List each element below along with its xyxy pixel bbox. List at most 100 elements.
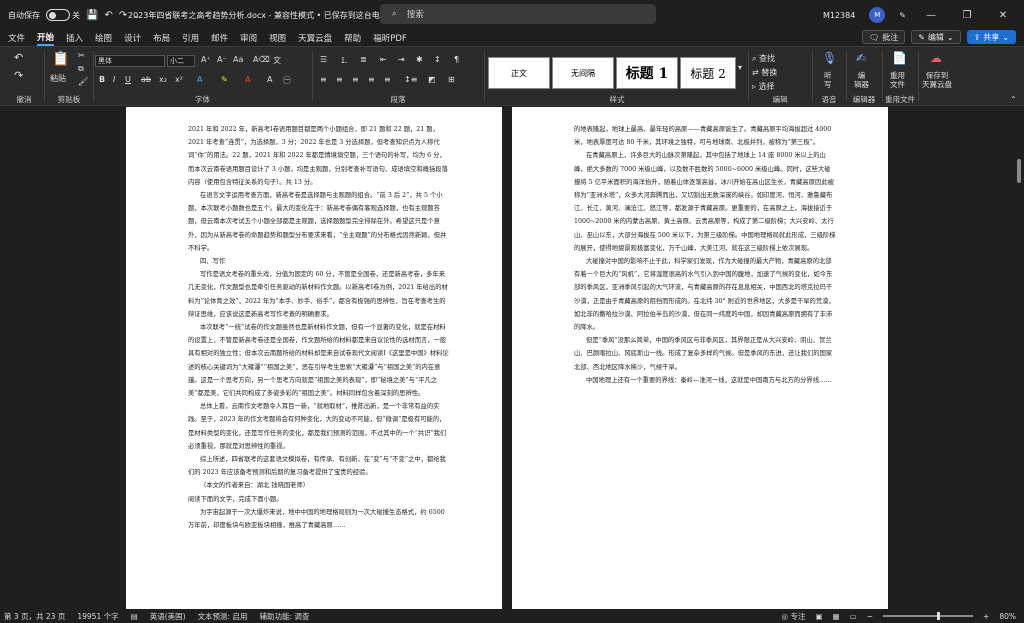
tab-review[interactable]: 审阅 [240, 32, 257, 44]
search-box[interactable]: ⌕ 搜索 [380, 4, 656, 24]
right-paragraph[interactable]: 在青藏高原上，许多巨大的山脉次第隆起，其中包括了地球上 14 座 8000 米以… [574, 149, 836, 255]
align-center-icon[interactable]: ≡ [336, 75, 343, 84]
zoom-out-icon[interactable]: − [867, 612, 873, 621]
proofing-icon[interactable]: ▤ [131, 612, 138, 621]
redo-icon[interactable]: ↷ [119, 10, 127, 21]
justify-icon[interactable]: ≡ [368, 75, 375, 84]
style-heading1[interactable]: 标题 1 [616, 57, 678, 89]
user-name[interactable]: M12384 [823, 11, 855, 20]
web-layout-icon[interactable]: ▭ [850, 612, 857, 621]
dictate-label[interactable]: 听 写 [824, 71, 832, 89]
tab-insert[interactable]: 插入 [66, 32, 83, 44]
share-button[interactable]: ⇪ 共享 ⌄ [966, 30, 1016, 44]
comment-button[interactable]: 🗨 批注 [862, 30, 906, 44]
font-name-select[interactable]: 黑体 [95, 55, 165, 67]
undo-icon[interactable]: ↶ [104, 10, 112, 21]
underline-icon[interactable]: U [125, 75, 131, 84]
editor-label[interactable]: 编 辑器 [854, 71, 869, 89]
cloud-save-icon[interactable]: ☁ [930, 51, 942, 65]
reuse-label[interactable]: 重用 文件 [890, 71, 905, 89]
right-paragraph[interactable]: 大碰撞对中国的影响不止于此，科学家们发现，作为大碰撞的最大产物，青藏高原的北部有… [574, 255, 836, 334]
multilevel-icon[interactable]: ≣ [360, 55, 367, 64]
superscript-icon[interactable]: x² [175, 75, 183, 84]
tab-foxit-pdf[interactable]: 福昕PDF [373, 32, 407, 44]
left-paragraph[interactable]: 写作是语文考卷的重头戏，分值为固定的 60 分，不管是全国卷，还是新高考卷，多年… [188, 268, 450, 321]
highlight-icon[interactable]: ✎ [221, 75, 228, 84]
tab-layout[interactable]: 布局 [153, 32, 170, 44]
style-heading2[interactable]: 标题 2 [680, 57, 736, 89]
numbering-icon[interactable]: ⒈ [340, 55, 348, 66]
editing-mode-button[interactable]: ✎ 编辑 ⌄ [911, 30, 961, 44]
style-normal[interactable]: 正文 [488, 57, 550, 89]
tab-view[interactable]: 视图 [269, 32, 286, 44]
right-paragraph[interactable]: 但是“季风”没那么简单，中国的季风区与非季风区，其界限正是从大兴安岭、阴山、贺兰… [574, 334, 836, 374]
styles-more-icon[interactable]: ▾ [738, 63, 742, 72]
close-icon[interactable]: ✕ [992, 10, 1014, 21]
text-effects-icon[interactable]: A [197, 75, 202, 84]
accessibility[interactable]: 辅助功能: 调查 [259, 611, 309, 622]
zoom-level[interactable]: 80% [999, 612, 1016, 621]
strikethrough-icon[interactable]: ab [141, 75, 151, 84]
print-layout-icon[interactable]: ▦ [833, 612, 840, 621]
copy-icon[interactable]: ⧉ [78, 64, 84, 74]
tab-file[interactable]: 文件 [8, 32, 25, 44]
subscript-icon[interactable]: x₂ [159, 75, 167, 84]
clear-format-icon[interactable]: A⌫ [253, 55, 270, 64]
microphone-icon[interactable]: 🎙 [822, 51, 837, 65]
cut-icon[interactable]: ✂ [78, 51, 85, 60]
undo-button[interactable]: ↶ [14, 51, 23, 64]
text-prediction[interactable]: 文本预测: 启用 [198, 611, 248, 622]
right-paragraph[interactable]: 的地表隆起，地球上最高、最年轻的高原——青藏高原诞生了。青藏高原平均海拔超过 4… [574, 123, 836, 149]
minimize-icon[interactable]: — [920, 10, 942, 21]
left-paragraph[interactable]: 阅读下面的文字，完成下面小题。 [188, 493, 450, 506]
read-mode-icon[interactable]: ▣ [815, 612, 822, 621]
tab-mailings[interactable]: 邮件 [211, 32, 228, 44]
font-size-select[interactable]: 小二 [167, 55, 195, 67]
tab-draw[interactable]: 绘图 [95, 32, 112, 44]
left-paragraph[interactable]: （本文的作者来自：湖北 钱晓国老师） [188, 479, 450, 492]
decrease-indent-icon[interactable]: ⇤ [380, 55, 387, 64]
replace-button[interactable]: ⇄ 替换 [752, 67, 777, 78]
increase-indent-icon[interactable]: ⇥ [398, 55, 405, 64]
language[interactable]: 英语(美国) [150, 611, 186, 622]
font-color-icon[interactable]: A [245, 75, 250, 84]
word-count[interactable]: 19951 个字 [77, 611, 118, 622]
style-no-spacing[interactable]: 无间隔 [552, 57, 614, 89]
tab-cloud[interactable]: 天翼云盘 [298, 32, 332, 44]
right-paragraph[interactable]: 中国地理上还有一个重要的界线：秦岭—淮河一线，这就是中国南方与北方的分界线…… [574, 374, 836, 387]
align-left-icon[interactable]: ≡ [320, 75, 327, 84]
save-icon[interactable]: 💾 [86, 10, 98, 21]
collapse-ribbon-icon[interactable]: ⌃ [1010, 95, 1017, 104]
tab-home[interactable]: 开始 [37, 31, 55, 46]
left-paragraph[interactable]: 四、写作 [188, 255, 450, 268]
paste-label[interactable]: 粘贴 [50, 73, 66, 84]
avatar[interactable]: M [869, 7, 886, 23]
bullets-icon[interactable]: ☰ [320, 55, 327, 64]
save-cloud-label[interactable]: 保存到 天翼云盘 [922, 71, 952, 89]
italic-icon[interactable]: I [113, 75, 115, 84]
page-right[interactable]: 的地表隆起，地球上最高、最年轻的高原——青藏高原诞生了。青藏高原平均海拔超过 4… [512, 107, 888, 609]
left-paragraph[interactable]: 2021 年和 2022 年，新高考Ⅰ卷语用题目都是两个小题组合，即 21 题和… [188, 123, 450, 189]
tab-design[interactable]: 设计 [124, 32, 141, 44]
find-button[interactable]: ⌕ 查找 [752, 53, 775, 64]
left-paragraph[interactable]: 本次联考“一统”试卷的作文题虽然也是新材料作文题，但有一个显著的变化，就是在材料… [188, 321, 450, 400]
select-button[interactable]: ▹ 选择 [752, 81, 775, 92]
restore-icon[interactable]: ❐ [956, 10, 978, 21]
bold-icon[interactable]: B [99, 75, 105, 84]
change-case-icon[interactable]: Aa [233, 55, 243, 64]
zoom-slider[interactable] [883, 612, 974, 620]
left-paragraph[interactable]: 总体上看，云南作文考题令人耳目一新，“就地取材”，推陈出新，是一个非常有益的实践… [188, 400, 450, 453]
grow-font-icon[interactable]: A⁺ [201, 55, 211, 64]
reuse-files-icon[interactable]: 📄 [892, 51, 907, 65]
enclose-char-icon[interactable]: ㊀ [283, 75, 291, 86]
line-spacing-icon[interactable]: ↕≡ [404, 75, 417, 84]
page-count[interactable]: 第 3 页，共 23 页 [4, 611, 65, 622]
phonetic-icon[interactable]: 文 [273, 55, 281, 66]
sort-icon[interactable]: ↕ [434, 55, 441, 64]
shrink-font-icon[interactable]: A⁻ [217, 55, 227, 64]
redo-button[interactable]: ↷ [14, 69, 23, 82]
chinese-layout-icon[interactable]: ✱ [416, 55, 423, 64]
paste-icon[interactable]: 📋 [52, 51, 69, 67]
vertical-scrollbar[interactable] [1016, 107, 1022, 609]
show-marks-icon[interactable]: ¶ [454, 55, 459, 64]
